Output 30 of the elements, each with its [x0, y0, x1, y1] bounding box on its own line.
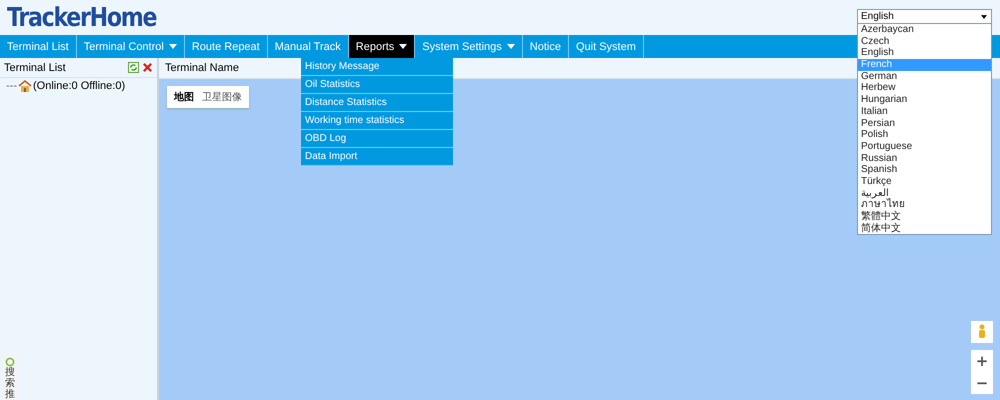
language-option[interactable]: Hungarian — [858, 94, 991, 106]
language-option[interactable]: ภาษาไทย — [858, 199, 991, 211]
language-option[interactable]: Türkçe — [858, 176, 991, 188]
language-option[interactable]: 简体中文 — [858, 222, 991, 234]
person-icon[interactable] — [971, 321, 993, 343]
language-option[interactable]: Azerbaycan — [858, 24, 991, 36]
language-select[interactable]: English — [857, 9, 992, 24]
panel-title: Terminal List — [4, 62, 67, 74]
language-option[interactable]: Herbew — [858, 82, 991, 94]
language-option[interactable]: Persian — [858, 118, 991, 130]
language-option[interactable]: Italian — [858, 106, 991, 118]
circle-icon — [5, 357, 15, 367]
language-option[interactable]: Spanish — [858, 164, 991, 176]
language-option[interactable]: Polish — [858, 129, 991, 141]
language-option[interactable]: English — [858, 47, 991, 60]
language-option[interactable]: Portuguese — [858, 140, 991, 153]
logo-text: TrackerHome — [7, 2, 156, 32]
nav-tab[interactable]: Reports — [348, 35, 416, 58]
language-option[interactable]: العربية — [858, 188, 991, 200]
search-tab-label: 搜索推 — [5, 367, 15, 400]
delete-icon[interactable] — [142, 62, 153, 73]
language-option[interactable]: 繁體中文 — [858, 211, 991, 223]
search-side-tab[interactable]: 搜索推 — [3, 355, 17, 400]
language-option[interactable]: Russian — [858, 152, 991, 164]
house-icon — [18, 80, 32, 92]
tree-node-label[interactable]: (Online:0 Offline:0) — [33, 80, 126, 92]
language-option[interactable]: Czech — [858, 36, 991, 48]
caret-icon — [981, 14, 987, 18]
refresh-icon[interactable] — [128, 62, 139, 73]
tree-line: --- — [6, 80, 17, 92]
